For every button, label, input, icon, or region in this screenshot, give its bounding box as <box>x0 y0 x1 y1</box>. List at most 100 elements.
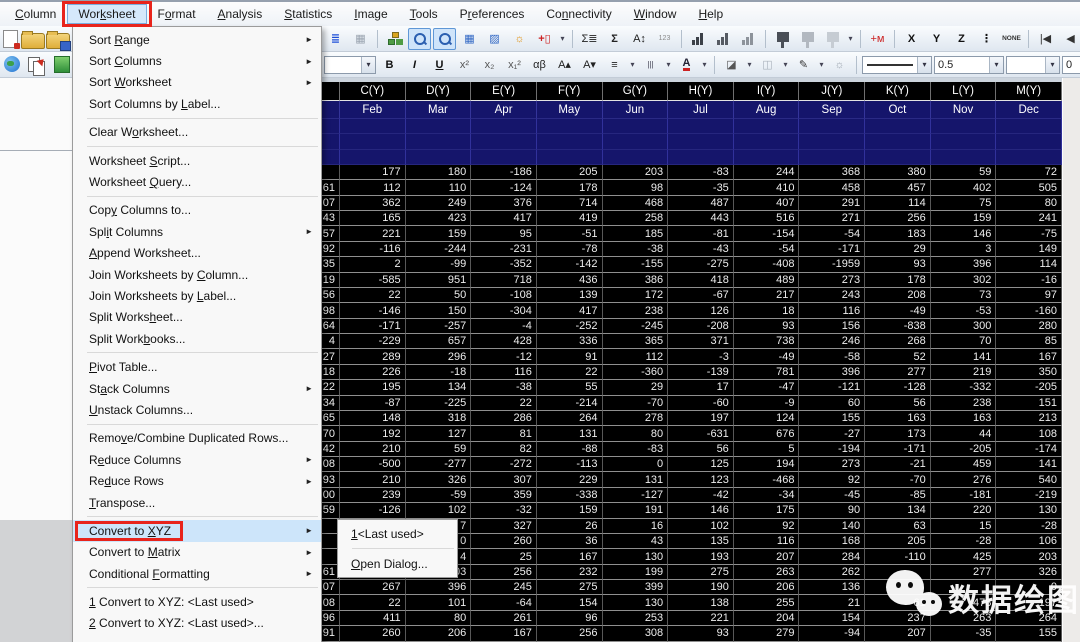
table-cell[interactable]: 195 <box>340 380 406 396</box>
table-cell[interactable]: -35 <box>668 180 734 196</box>
table-cell[interactable]: -142 <box>536 257 603 273</box>
selected-blank-cell[interactable] <box>996 134 1062 150</box>
table-cell[interactable]: -171 <box>340 318 406 335</box>
line-style-combo[interactable]: ▾ <box>862 55 932 74</box>
table-cell[interactable]: 238 <box>930 395 997 411</box>
table-cell[interactable]: 112 <box>340 180 406 196</box>
menubar-format[interactable]: Format <box>147 4 207 24</box>
table-cell[interactable]: -60 <box>668 395 734 411</box>
table-cell[interactable]: -9 <box>733 395 800 411</box>
selected-blank-cell[interactable] <box>668 119 734 135</box>
table-cell[interactable]: 204 <box>733 610 800 627</box>
table-cell[interactable]: 505 <box>996 180 1062 196</box>
font-size-combo[interactable]: ▾ <box>324 55 376 74</box>
table-cell[interactable]: -49 <box>733 349 800 365</box>
table-cell[interactable]: 219 <box>930 364 997 381</box>
selected-blank-cell[interactable] <box>340 119 406 135</box>
table-cell[interactable]: 159 <box>536 503 603 519</box>
table-cell[interactable]: 300 <box>930 318 997 335</box>
table-cell[interactable]: 130 <box>602 549 669 565</box>
table-cell[interactable]: 399 <box>602 580 669 596</box>
selected-blank-cell[interactable] <box>668 149 734 165</box>
table-cell[interactable]: 22 <box>340 595 406 611</box>
table-cell[interactable]: 112 <box>602 349 669 365</box>
sort-az-icon[interactable]: A↕ <box>628 28 651 50</box>
table-cell[interactable]: -332 <box>930 380 997 396</box>
table-cell[interactable]: 97 <box>996 287 1062 304</box>
sub-superscript-button[interactable]: x₁² <box>503 54 526 76</box>
table-cell[interactable]: -277 <box>405 457 472 473</box>
selected-blank-cell[interactable] <box>865 134 931 150</box>
table-cell[interactable]: -27 <box>799 426 866 442</box>
table-cell[interactable]: 81 <box>471 426 537 442</box>
toolbar-overflow-icon[interactable]: ▾ <box>558 34 567 43</box>
table-cell[interactable]: -231 <box>471 241 537 258</box>
table-cell[interactable]: 232 <box>536 564 603 581</box>
table-cell[interactable]: 56 <box>865 395 931 411</box>
table-cell[interactable]: 256 <box>536 626 603 642</box>
table-cell[interactable]: 418 <box>668 272 734 288</box>
table-cell[interactable]: 244 <box>733 164 800 181</box>
table-cell[interactable]: 43 <box>602 533 669 550</box>
table-cell[interactable]: 243 <box>799 287 866 304</box>
table-cell[interactable]: 98 <box>602 180 669 196</box>
selected-blank-cell[interactable] <box>996 119 1062 135</box>
underline-button[interactable]: U <box>428 54 451 76</box>
align-dropdown-icon[interactable]: ▾ <box>628 60 637 69</box>
menu-item-reduce-columns[interactable]: Reduce Columns ► <box>73 449 321 470</box>
table-cell[interactable]: 396 <box>930 257 997 273</box>
menu-item-stack-columns[interactable]: Stack Columns ► <box>73 378 321 399</box>
table-cell[interactable]: -338 <box>536 487 603 504</box>
table-cell[interactable]: -174 <box>996 441 1062 458</box>
table-cell[interactable]: 273 <box>799 457 866 473</box>
table-cell[interactable]: 50 <box>405 287 472 304</box>
table-cell[interactable]: -275 <box>668 257 734 273</box>
table-cell[interactable]: 277 <box>865 364 931 381</box>
align-icon[interactable]: ≡ <box>603 54 626 76</box>
table-cell[interactable]: -155 <box>602 257 669 273</box>
table-cell[interactable]: 203 <box>996 549 1062 565</box>
month-cell[interactable]: Sep <box>799 101 866 119</box>
selected-blank-cell[interactable] <box>733 149 800 165</box>
table-cell[interactable]: 108 <box>996 426 1062 442</box>
table-cell[interactable]: 22 <box>471 395 537 411</box>
table-cell[interactable]: 213 <box>996 410 1062 427</box>
table-cell[interactable]: 208 <box>865 287 931 304</box>
table-cell[interactable]: 371 <box>668 334 734 350</box>
table-cell[interactable]: 194 <box>733 457 800 473</box>
column-header[interactable]: M(Y) <box>996 82 1062 101</box>
table-cell[interactable]: -304 <box>471 303 537 319</box>
selected-blank-cell[interactable] <box>471 134 537 150</box>
table-cell[interactable]: 326 <box>405 472 472 488</box>
table-cell[interactable]: 268 <box>865 334 931 350</box>
table-cell[interactable]: 443 <box>668 211 734 227</box>
table-cell[interactable]: -244 <box>405 241 472 258</box>
submenu-item-open-dialog[interactable]: Open Dialog... <box>338 552 457 575</box>
table-cell[interactable]: 417 <box>536 303 603 319</box>
table-cell[interactable]: 226 <box>340 364 406 381</box>
menu-item-join-worksheets-by-column[interactable]: Join Worksheets by Column... <box>73 264 321 285</box>
set-none-button[interactable]: NONE <box>1000 28 1023 50</box>
table-cell[interactable]: 18 <box>733 303 800 319</box>
table-cell[interactable]: 167 <box>471 626 537 642</box>
table-cell[interactable]: 0 <box>602 457 669 473</box>
table-cell[interactable]: -146 <box>340 303 406 319</box>
table-cell[interactable]: 249 <box>405 195 472 212</box>
table-cell[interactable]: -245 <box>602 318 669 335</box>
table-cell[interactable]: -47 <box>733 380 800 396</box>
table-cell[interactable]: 102 <box>668 518 734 534</box>
table-cell[interactable]: -3 <box>668 349 734 365</box>
selected-blank-cell[interactable] <box>733 134 800 150</box>
table-cell[interactable]: -70 <box>602 395 669 411</box>
table-cell[interactable]: 540 <box>996 472 1062 488</box>
table-cell[interactable]: 80 <box>602 426 669 442</box>
selected-blank-cell[interactable] <box>405 119 472 135</box>
digits-123-icon[interactable]: 123 <box>653 28 676 50</box>
selected-blank-cell[interactable] <box>996 149 1062 165</box>
table-cell[interactable]: 163 <box>930 410 997 427</box>
table-cell[interactable]: 3 <box>930 241 997 258</box>
table-cell[interactable]: -631 <box>668 426 734 442</box>
table-cell[interactable]: 376 <box>471 195 537 212</box>
menu-item-convert-to-matrix[interactable]: Convert to Matrix ► <box>73 542 321 563</box>
month-cell[interactable]: Jul <box>668 101 734 119</box>
